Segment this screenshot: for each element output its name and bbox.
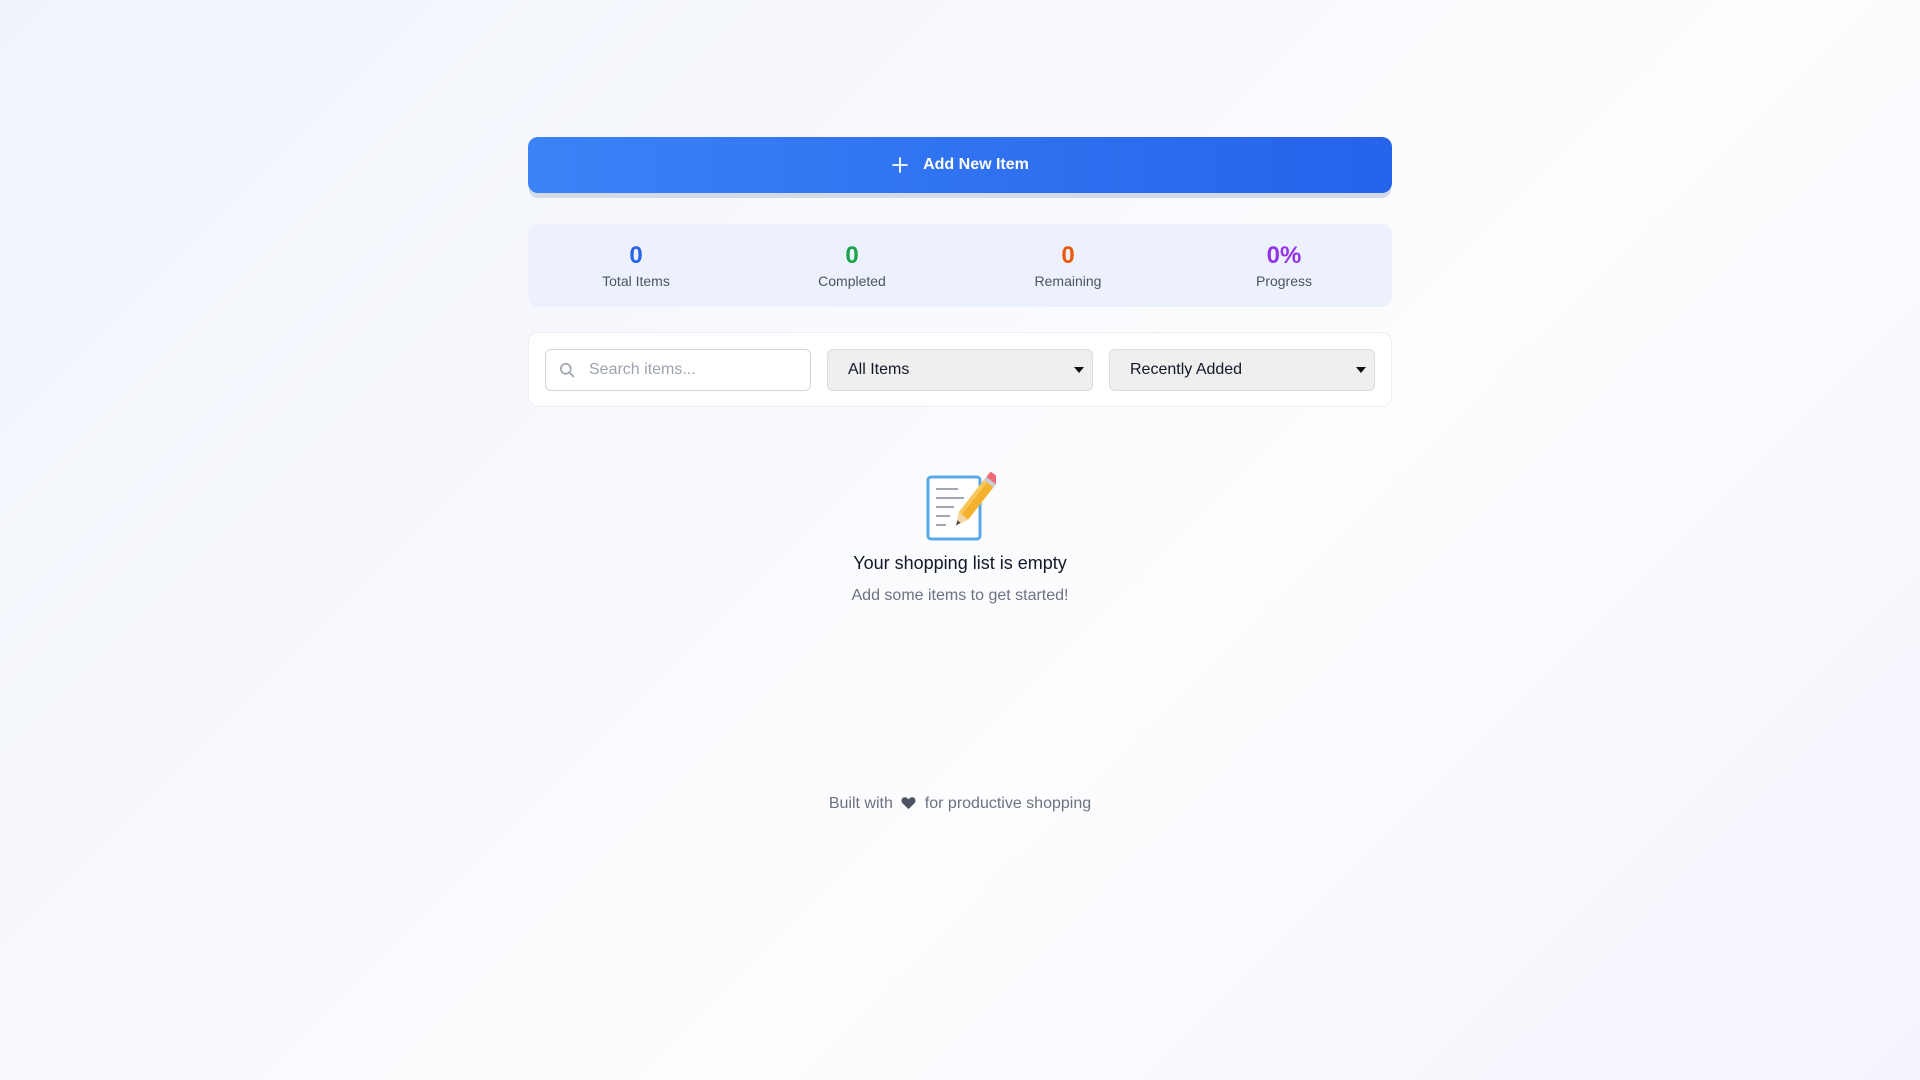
main-container: Add New Item 0 Total Items 0 Completed 0… <box>528 137 1392 605</box>
status-filter-select[interactable]: All Items <box>827 348 1093 391</box>
stat-progress-value: 0% <box>1266 242 1302 269</box>
plus-icon <box>892 157 908 173</box>
search-box[interactable] <box>545 348 811 391</box>
search-icon <box>560 362 575 377</box>
add-new-item-label: Add New Item <box>923 156 1029 173</box>
footer: Built with for productive shopping <box>0 795 1920 813</box>
stat-total-items: 0 Total Items <box>528 224 744 307</box>
stat-completed-value: 0 <box>845 242 859 269</box>
sort-order-value: Recently Added <box>1130 360 1243 378</box>
footer-text-before: Built with <box>828 795 893 812</box>
chevron-down-icon <box>1356 366 1366 373</box>
stat-remaining-value: 0 <box>1061 242 1075 269</box>
empty-state-subtitle: Add some items to get started! <box>851 587 1069 604</box>
filter-bar: All Items Recently Added <box>528 332 1392 407</box>
stat-completed: 0 Completed <box>744 224 960 307</box>
stats-panel: 0 Total Items 0 Completed 0 Remaining 0%… <box>528 224 1392 307</box>
empty-state-title: Your shopping list is empty <box>853 553 1067 573</box>
stat-remaining-label: Remaining <box>1034 273 1102 289</box>
empty-state: Your shopping list is empty Add some ite… <box>528 471 1392 605</box>
stat-completed-label: Completed <box>818 273 886 289</box>
add-new-item-button[interactable]: Add New Item <box>528 137 1392 193</box>
stat-progress: 0% Progress <box>1176 224 1392 307</box>
status-filter-value: All Items <box>848 360 910 378</box>
search-input[interactable] <box>587 359 791 380</box>
stat-remaining: 0 Remaining <box>960 224 1176 307</box>
footer-text-after: for productive shopping <box>924 795 1092 812</box>
stat-total-items-value: 0 <box>629 242 643 269</box>
stat-progress-label: Progress <box>1255 273 1313 289</box>
chevron-down-icon <box>1074 366 1084 373</box>
sort-order-select[interactable]: Recently Added <box>1109 348 1375 391</box>
memo-icon <box>926 472 996 541</box>
stat-total-items-label: Total Items <box>602 273 670 289</box>
heart-icon <box>901 797 916 810</box>
